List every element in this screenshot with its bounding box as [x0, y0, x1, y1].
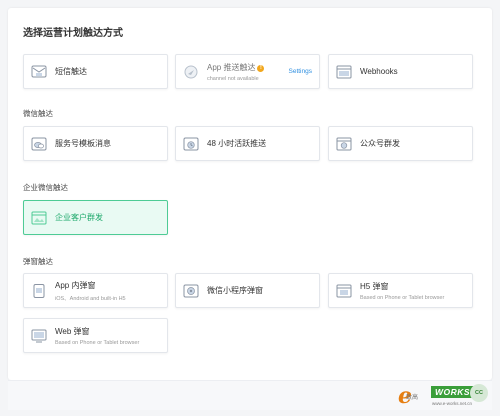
card-label: 服务号模板消息 [55, 139, 111, 148]
miniprogram-icon [183, 284, 199, 297]
warning-icon: ! [257, 64, 265, 72]
card-sms[interactable]: 短信触达 [23, 54, 168, 89]
card-subtitle: channel not available [207, 75, 259, 82]
settings-link[interactable]: Settings [289, 68, 313, 75]
clock-icon [183, 137, 199, 150]
card-label: 微信小程序弹窗 [207, 286, 263, 295]
phone-popup-icon [33, 283, 45, 298]
section-wechat: 微信触达 [23, 109, 53, 118]
card-service-template[interactable]: 服务号模板消息 [23, 126, 168, 161]
card-label: 企业客户群发 [55, 213, 103, 222]
card-label: 48 小时活跃推送 [207, 139, 267, 148]
card-subtitle: Based on Phone or Tablet browser [360, 294, 445, 301]
watermark-cc: CC [470, 384, 488, 402]
card-webhooks[interactable]: Webhooks [328, 54, 473, 89]
section-work-wechat: 企业微信触达 [23, 183, 68, 192]
card-subtitle: iOS、Android and built-in H5 [55, 295, 126, 302]
card-active-push-48h[interactable]: 48 小时活跃推送 [175, 126, 320, 161]
web-icon [31, 329, 47, 342]
card-app-push[interactable]: App 推送触达! channel not available Settings [175, 54, 320, 89]
card-app-popup[interactable]: App 内弹窗 iOS、Android and built-in H5 [23, 273, 168, 308]
card-label: 公众号群发 [360, 139, 400, 148]
card-label: App 推送触达! [207, 62, 265, 73]
card-subtitle: Based on Phone or Tablet browser [55, 339, 140, 346]
broadcast-icon [336, 137, 352, 150]
watermark-logo: e 致高 WORKS CC www.e-works.net.cn [398, 383, 494, 413]
card-label: H5 弹窗 [360, 281, 389, 291]
card-miniprogram-popup[interactable]: 微信小程序弹窗 [175, 273, 320, 308]
group-send-icon [31, 211, 47, 224]
card-label: 短信触达 [55, 67, 87, 76]
webhook-icon [336, 65, 352, 78]
watermark-box: WORKS [431, 386, 475, 398]
sms-icon [31, 65, 47, 77]
h5-icon [336, 284, 352, 297]
card-label-text: App 推送触达 [207, 62, 256, 72]
watermark-cn: 致高 [406, 395, 419, 401]
push-icon [184, 65, 198, 78]
card-label: App 内弹窗 [55, 280, 96, 290]
card-h5-popup[interactable]: H5 弹窗 Based on Phone or Tablet browser [328, 273, 473, 308]
reach-method-panel: 选择运营计划触达方式 短信触达 App 推送触达! channel not av… [8, 8, 492, 380]
card-web-popup[interactable]: Web 弹窗 Based on Phone or Tablet browser [23, 318, 168, 353]
card-customer-group[interactable]: 企业客户群发 [23, 200, 168, 235]
card-official-group[interactable]: 公众号群发 [328, 126, 473, 161]
watermark-url: www.e-works.net.cn [432, 401, 473, 406]
card-label: Web 弹窗 [55, 326, 90, 336]
section-popup: 弹窗触达 [23, 257, 53, 266]
page-title: 选择运营计划触达方式 [23, 28, 123, 39]
card-label: Webhooks [360, 67, 398, 76]
wechat-chat-icon [31, 137, 47, 150]
